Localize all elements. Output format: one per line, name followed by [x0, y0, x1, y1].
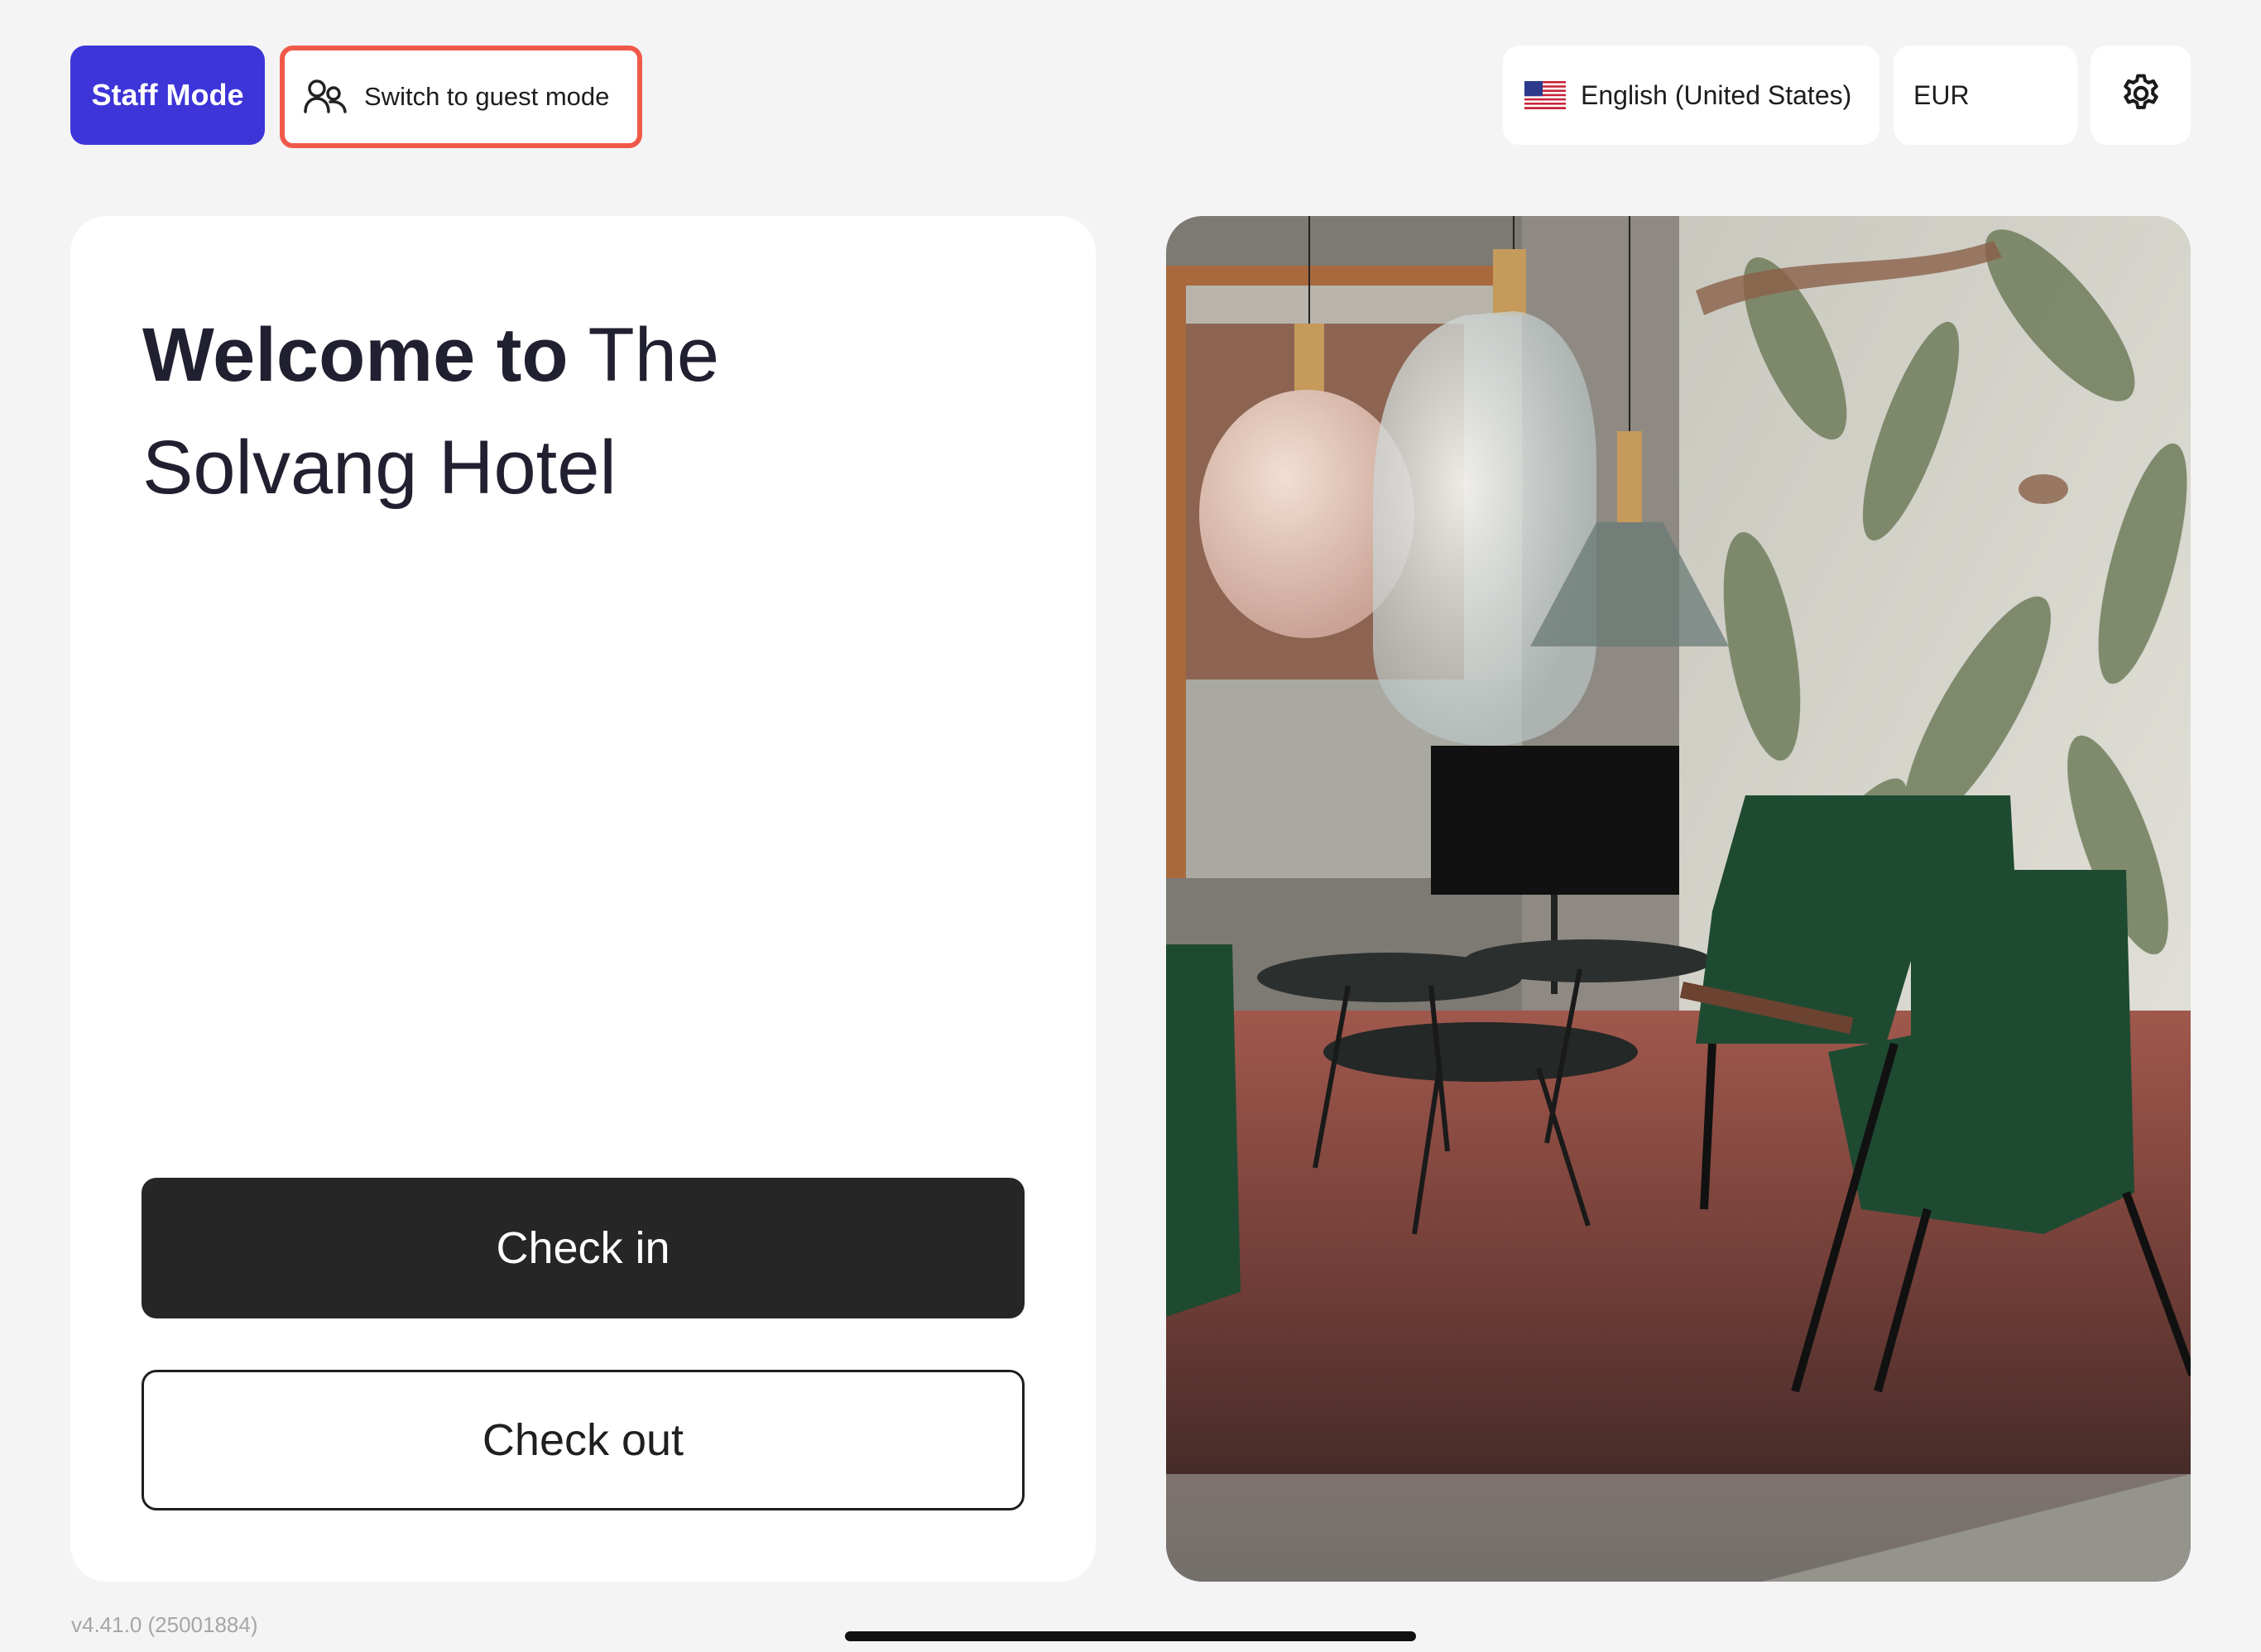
switch-to-guest-mode-label: Switch to guest mode	[364, 82, 610, 111]
app-screen: Staff Mode Switch to guest mode English …	[0, 0, 2261, 1652]
users-icon	[303, 75, 349, 118]
home-indicator[interactable]	[845, 1631, 1416, 1641]
app-version: v4.41.0 (25001884)	[71, 1612, 258, 1637]
check-in-button[interactable]: Check in	[142, 1178, 1025, 1318]
check-out-label: Check out	[482, 1415, 684, 1465]
staff-mode-label: Staff Mode	[91, 78, 244, 112]
hotel-lobby-image	[1166, 216, 2191, 1582]
welcome-prefix: Welcome to	[142, 313, 569, 397]
check-in-label: Check in	[496, 1223, 670, 1273]
switch-to-guest-mode-button[interactable]: Switch to guest mode	[280, 46, 642, 148]
welcome-title: Welcome to The Solvang Hotel	[142, 299, 970, 524]
currency-label: EUR	[1913, 79, 1970, 110]
check-out-button[interactable]: Check out	[142, 1370, 1025, 1510]
welcome-card: Welcome to The Solvang Hotel Check in Ch…	[70, 216, 1096, 1582]
gear-icon	[2119, 71, 2163, 120]
language-selector[interactable]: English (United States)	[1503, 46, 1879, 145]
settings-button[interactable]	[2091, 46, 2191, 145]
staff-mode-button[interactable]: Staff Mode	[70, 46, 265, 145]
language-label: English (United States)	[1581, 79, 1852, 110]
us-flag-icon	[1524, 81, 1566, 109]
currency-selector[interactable]: EUR	[1894, 46, 2077, 145]
